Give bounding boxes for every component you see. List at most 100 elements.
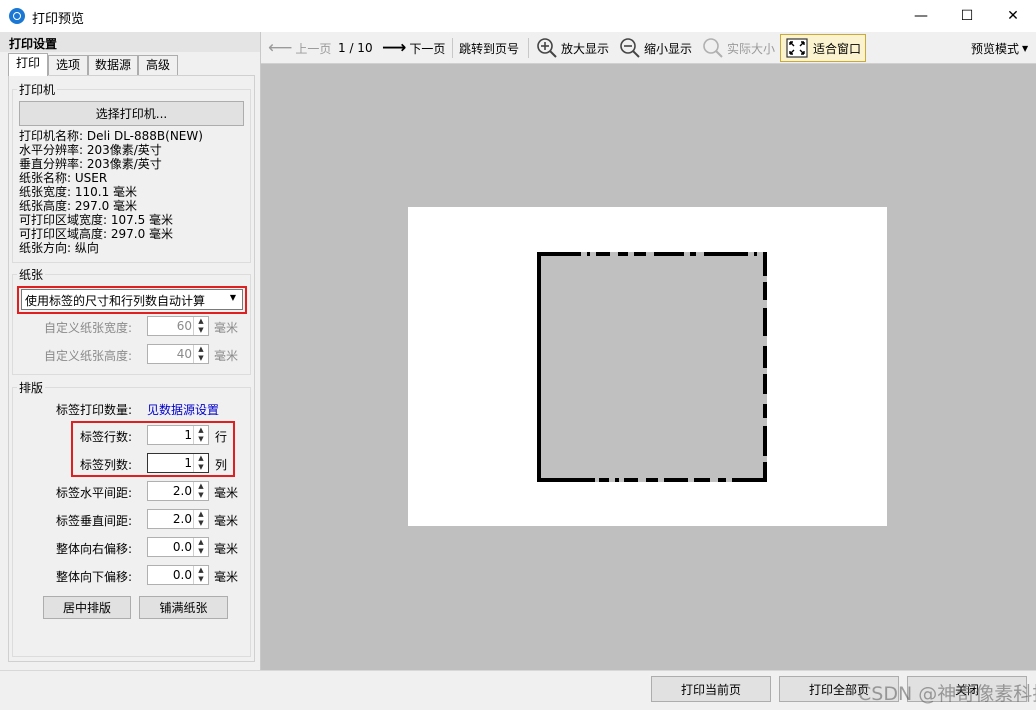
paper-mode-value: 使用标签的尺寸和行列数自动计算	[25, 294, 206, 308]
yoff-unit: 毫米	[214, 570, 239, 584]
custom-height-label: 自定义纸张高度:	[43, 349, 132, 363]
stepper-arrows-icon[interactable]: ▲ ▼	[193, 510, 208, 528]
stepper-arrows-icon[interactable]: ▲ ▼	[193, 566, 208, 584]
custom-width-unit: 毫米	[214, 321, 239, 335]
layout-group-title: 排版	[17, 379, 46, 396]
prev-page-label: 上一页	[295, 41, 332, 56]
paper-group-title: 纸张	[17, 266, 46, 283]
label-preview	[537, 252, 767, 482]
hgap-stepper[interactable]: 2.0 ▲ ▼	[147, 481, 209, 501]
cols-value: 1	[184, 456, 192, 470]
title-bar	[0, 0, 1036, 32]
cols-label: 标签列数:	[79, 458, 132, 472]
preview-mode-menu[interactable]: 预览模式 ▼	[971, 36, 1028, 60]
xoff-stepper[interactable]: 0.0 ▲ ▼	[147, 537, 209, 557]
zoom-out-button[interactable]: 缩小显示	[619, 36, 692, 60]
center-layout-button[interactable]: 居中排版	[43, 596, 131, 619]
hgap-unit: 毫米	[214, 486, 239, 500]
yoff-stepper[interactable]: 0.0 ▲ ▼	[147, 565, 209, 585]
goto-page-button[interactable]: 跳转到页号	[459, 36, 519, 60]
rows-stepper[interactable]: 1 ▲ ▼	[147, 425, 209, 445]
custom-height-stepper[interactable]: 40 ▲ ▼	[147, 344, 209, 364]
printer-group-title: 打印机	[17, 81, 58, 98]
preview-mode-label: 预览模式	[971, 41, 1020, 56]
print-current-button[interactable]: 打印当前页	[651, 676, 771, 702]
fit-window-label: 适合窗口	[813, 41, 862, 56]
xoff-label: 整体向右偏移:	[55, 542, 132, 556]
print-count-label: 标签打印数量:	[55, 403, 132, 417]
zoom-in-label: 放大显示	[561, 41, 610, 56]
printable-height: 可打印区域高度: 297.0 毫米	[19, 227, 174, 241]
printer-h-dpi: 水平分辨率: 203像素/英寸	[19, 143, 162, 157]
paper-mode-select[interactable]: 使用标签的尺寸和行列数自动计算 ▼	[21, 289, 243, 310]
printer-name: 打印机名称: Deli DL-888B(NEW)	[19, 129, 203, 143]
tab-datasource[interactable]: 数据源	[88, 55, 138, 75]
fit-window-button[interactable]: 适合窗口	[780, 34, 867, 62]
stepper-arrows-icon[interactable]: ▲ ▼	[193, 426, 208, 444]
custom-width-stepper[interactable]: 60 ▲ ▼	[147, 316, 209, 336]
chevron-down-icon: ▼	[229, 293, 236, 302]
settings-header: 打印设置	[0, 32, 260, 52]
paper-orientation: 纸张方向: 纵向	[19, 241, 99, 255]
hgap-value: 2.0	[172, 484, 192, 498]
next-page-label: 下一页	[409, 41, 446, 56]
app-icon	[9, 8, 25, 24]
next-page-button[interactable]: ⟶ 下一页	[382, 36, 445, 60]
fill-paper-button[interactable]: 铺满纸张	[139, 596, 228, 619]
rows-label: 标签行数:	[79, 430, 132, 444]
paper-height: 纸张高度: 297.0 毫米	[19, 199, 138, 213]
yoff-label: 整体向下偏移:	[55, 570, 132, 584]
close-window-button[interactable]: ✕	[990, 0, 1036, 32]
tab-print[interactable]: 打印	[8, 53, 48, 76]
actual-size-icon	[703, 38, 723, 58]
arrow-left-icon: ⟵	[268, 38, 293, 58]
window-title: 打印预览	[32, 12, 85, 27]
vgap-stepper[interactable]: 2.0 ▲ ▼	[147, 509, 209, 529]
minimize-button[interactable]: —	[898, 0, 944, 32]
vgap-label: 标签垂直间距:	[55, 514, 132, 528]
arrow-right-icon: ⟶	[382, 38, 407, 58]
xoff-value: 0.0	[172, 540, 192, 554]
custom-width-value: 60	[176, 319, 192, 333]
custom-width-label: 自定义纸张宽度:	[43, 321, 132, 335]
actual-size-button[interactable]: 实际大小	[702, 36, 775, 60]
stepper-arrows-icon[interactable]: ▲ ▼	[193, 538, 208, 556]
stepper-arrows-icon[interactable]: ▲ ▼	[193, 454, 208, 472]
zoom-in-icon	[537, 38, 557, 58]
paper-width: 纸张宽度: 110.1 毫米	[19, 185, 138, 199]
custom-height-value: 40	[176, 347, 192, 361]
fit-window-icon	[786, 38, 808, 58]
stepper-arrows-icon[interactable]: ▲ ▼	[193, 482, 208, 500]
vgap-value: 2.0	[172, 512, 192, 526]
select-printer-button[interactable]: 选择打印机...	[19, 101, 244, 126]
zoom-out-icon	[620, 38, 640, 58]
zoom-in-button[interactable]: 放大显示	[536, 36, 609, 60]
toolbar-divider	[452, 38, 453, 58]
paper-name: 纸张名称: USER	[19, 171, 108, 185]
hgap-label: 标签水平间距:	[55, 486, 132, 500]
datasource-link[interactable]: 见数据源设置	[147, 401, 219, 418]
watermark: CSDN @神奇像素科技	[858, 683, 1036, 705]
cols-unit: 列	[215, 458, 228, 472]
tab-advanced[interactable]: 高级	[138, 55, 178, 75]
maximize-button[interactable]: ☐	[944, 0, 990, 32]
prev-page-button[interactable]: ⟵ 上一页	[268, 36, 331, 60]
stepper-arrows-icon[interactable]: ▲ ▼	[193, 317, 208, 335]
zoom-out-label: 缩小显示	[644, 41, 693, 56]
cols-stepper[interactable]: 1 ▲ ▼	[147, 453, 209, 473]
custom-height-unit: 毫米	[214, 349, 239, 363]
toolbar-divider	[528, 38, 529, 58]
xoff-unit: 毫米	[214, 542, 239, 556]
rows-value: 1	[184, 428, 192, 442]
printable-width: 可打印区域宽度: 107.5 毫米	[19, 213, 174, 227]
vgap-unit: 毫米	[214, 514, 239, 528]
printer-v-dpi: 垂直分辨率: 203像素/英寸	[19, 157, 162, 171]
tab-options[interactable]: 选项	[48, 55, 88, 75]
page-indicator: 1 / 10	[338, 41, 373, 55]
stepper-arrows-icon[interactable]: ▲ ▼	[193, 345, 208, 363]
actual-size-label: 实际大小	[727, 41, 776, 56]
rows-unit: 行	[215, 430, 228, 444]
yoff-value: 0.0	[172, 568, 192, 582]
chevron-down-icon: ▼	[1022, 43, 1029, 53]
label-border-graphic	[537, 252, 767, 482]
